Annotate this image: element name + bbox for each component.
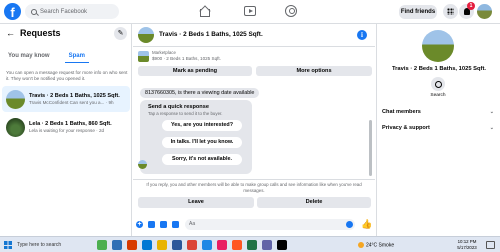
quick-response-subtitle: Tap a response to send it to the buyer. <box>148 111 223 116</box>
message-bubble: 8137660305, is there a viewing date avai… <box>140 88 260 98</box>
edge-icon[interactable] <box>142 240 152 250</box>
requests-info-text: You can open a message request for more … <box>6 70 128 81</box>
chevron-down-icon: ⌄ <box>489 125 494 131</box>
menu-grid-icon[interactable] <box>443 4 458 19</box>
windows-taskbar: Type here to search 24°C Smoke 10:12 PM … <box>0 236 500 252</box>
weather-icon <box>358 242 364 248</box>
marketplace-label: Marketplace <box>152 50 176 55</box>
info-icon[interactable]: i <box>357 30 367 40</box>
notifications-icon[interactable] <box>486 241 495 249</box>
search-placeholder: Search Facebook <box>40 8 88 15</box>
quick-response-card: Send a quick response Tap a response to … <box>140 100 252 174</box>
notification-badge: 1 <box>467 2 475 10</box>
back-arrow-icon[interactable]: ← <box>6 28 15 38</box>
divider <box>133 179 375 180</box>
marketplace-listing: Marketplace $900 · 2 Beds 1 Baths, 1025 … <box>136 50 372 76</box>
quick-response-option[interactable]: In talks. I'll let you know. <box>162 137 242 148</box>
conversation-header: Travis · 2 Beds 1 Baths, 1025 Sqft. i <box>133 24 375 47</box>
more-options-button[interactable]: More options <box>256 66 372 76</box>
search-label: Search <box>430 93 446 98</box>
mail-icon[interactable] <box>202 240 212 250</box>
image-icon[interactable] <box>148 221 155 228</box>
account-avatar[interactable] <box>477 4 492 19</box>
chrome-icon[interactable] <box>187 240 197 250</box>
gif-icon[interactable] <box>172 221 179 228</box>
page-title: Requests <box>20 28 61 38</box>
app-icon[interactable] <box>232 240 242 250</box>
search-icon[interactable] <box>431 77 445 91</box>
chevron-down-icon: ⌄ <box>489 109 494 115</box>
excel-icon[interactable] <box>247 240 257 250</box>
requests-header: ← Requests <box>6 28 61 38</box>
listing-price: $900 · 2 Beds 1 Baths, 1025 Sqft. <box>152 56 221 61</box>
request-thumbnail <box>6 117 25 137</box>
request-item[interactable]: Lela · 2 Beds 1 Baths, 860 Sqft. Lela is… <box>2 114 130 140</box>
search-facebook-input[interactable]: Search Facebook <box>25 4 119 19</box>
listing-thumbnail[interactable] <box>138 51 149 62</box>
find-friends-button[interactable]: Find friends <box>399 5 437 19</box>
message-input[interactable]: Aa <box>185 219 355 230</box>
file-explorer-icon[interactable] <box>157 240 167 250</box>
conversation-avatar[interactable] <box>138 27 154 43</box>
facebook-logo[interactable]: f <box>4 3 21 20</box>
sticker-icon[interactable] <box>160 221 167 228</box>
sender-avatar <box>138 160 147 169</box>
office-icon[interactable] <box>127 240 137 250</box>
requests-panel: ← Requests ✎ You may know Spam You can o… <box>0 24 132 236</box>
chat-members-label: Chat members <box>382 109 421 115</box>
chat-members-section[interactable]: Chat members ⌄ <box>382 109 496 115</box>
details-title: Travis · 2 Beds 1 Baths, 1025 Sqft. <box>391 66 487 72</box>
delete-button[interactable]: Delete <box>257 197 371 208</box>
taskbar-apps <box>97 240 292 250</box>
privacy-support-label: Privacy & support <box>382 125 430 131</box>
clock-date: 5/17/2023 <box>457 245 477 250</box>
app-icon[interactable] <box>217 240 227 250</box>
top-navigation-bar: f Search Facebook Find friends 1 <box>0 0 500 24</box>
weather-text: 24°C Smoke <box>366 242 395 249</box>
watch-icon[interactable] <box>244 6 256 16</box>
reply-notice: If you reply, you and other members will… <box>146 182 362 193</box>
task-view-icon[interactable] <box>112 240 122 250</box>
request-title: Lela · 2 Beds 1 Baths, 860 Sqft. <box>29 121 112 127</box>
leave-button[interactable]: Leave <box>138 197 254 208</box>
taskbar-search[interactable]: Type here to search <box>17 242 61 248</box>
emoji-icon[interactable] <box>346 221 353 228</box>
tab-spam[interactable]: Spam <box>64 53 89 63</box>
conversation-title[interactable]: Travis · 2 Beds 1 Baths, 1025 Sqft. <box>159 31 263 38</box>
windows-start-icon[interactable] <box>4 241 12 249</box>
request-preview: Lela is waiting for your response · 2d <box>29 128 105 133</box>
edit-icon[interactable]: ✎ <box>114 27 127 40</box>
teams-icon[interactable] <box>262 240 272 250</box>
tab-you-may-know[interactable]: You may know <box>8 53 50 63</box>
mark-as-pending-button[interactable]: Mark as pending <box>138 66 252 76</box>
scrollbar[interactable] <box>369 120 372 176</box>
conversation-details-panel: Travis · 2 Beds 1 Baths, 1025 Sqft. Sear… <box>376 24 500 236</box>
request-thumbnail <box>6 89 25 109</box>
conversation-panel: Travis · 2 Beds 1 Baths, 1025 Sqft. i Ma… <box>133 24 375 236</box>
details-avatar[interactable] <box>422 30 454 62</box>
request-item[interactable]: Travis · 2 Beds 1 Baths, 1025 Sqft. Trav… <box>2 86 130 112</box>
privacy-support-section[interactable]: Privacy & support ⌄ <box>382 125 496 131</box>
request-preview: Travis McConfident Can sent you a... · 9… <box>29 100 114 105</box>
quick-response-option[interactable]: Sorry, it's not available. <box>162 154 242 165</box>
clover-icon[interactable] <box>97 240 107 250</box>
clock[interactable]: 10:12 PM 5/17/2023 <box>452 239 482 251</box>
weather-widget[interactable]: 24°C Smoke <box>358 242 394 248</box>
quick-response-title: Send a quick response <box>148 104 209 110</box>
request-title: Travis · 2 Beds 1 Baths, 1025 Sqft. <box>29 93 120 99</box>
message-composer: + Aa 👍 <box>133 218 375 232</box>
plus-icon[interactable]: + <box>136 221 143 228</box>
groups-icon[interactable] <box>285 5 297 17</box>
quick-response-option[interactable]: Yes, are you interested? <box>162 120 242 131</box>
request-tabs: You may know Spam <box>8 53 104 63</box>
home-icon[interactable] <box>198 5 210 17</box>
store-icon[interactable] <box>172 240 182 250</box>
search-icon <box>31 8 37 15</box>
terminal-icon[interactable] <box>277 240 287 250</box>
like-icon[interactable]: 👍 <box>361 219 372 230</box>
